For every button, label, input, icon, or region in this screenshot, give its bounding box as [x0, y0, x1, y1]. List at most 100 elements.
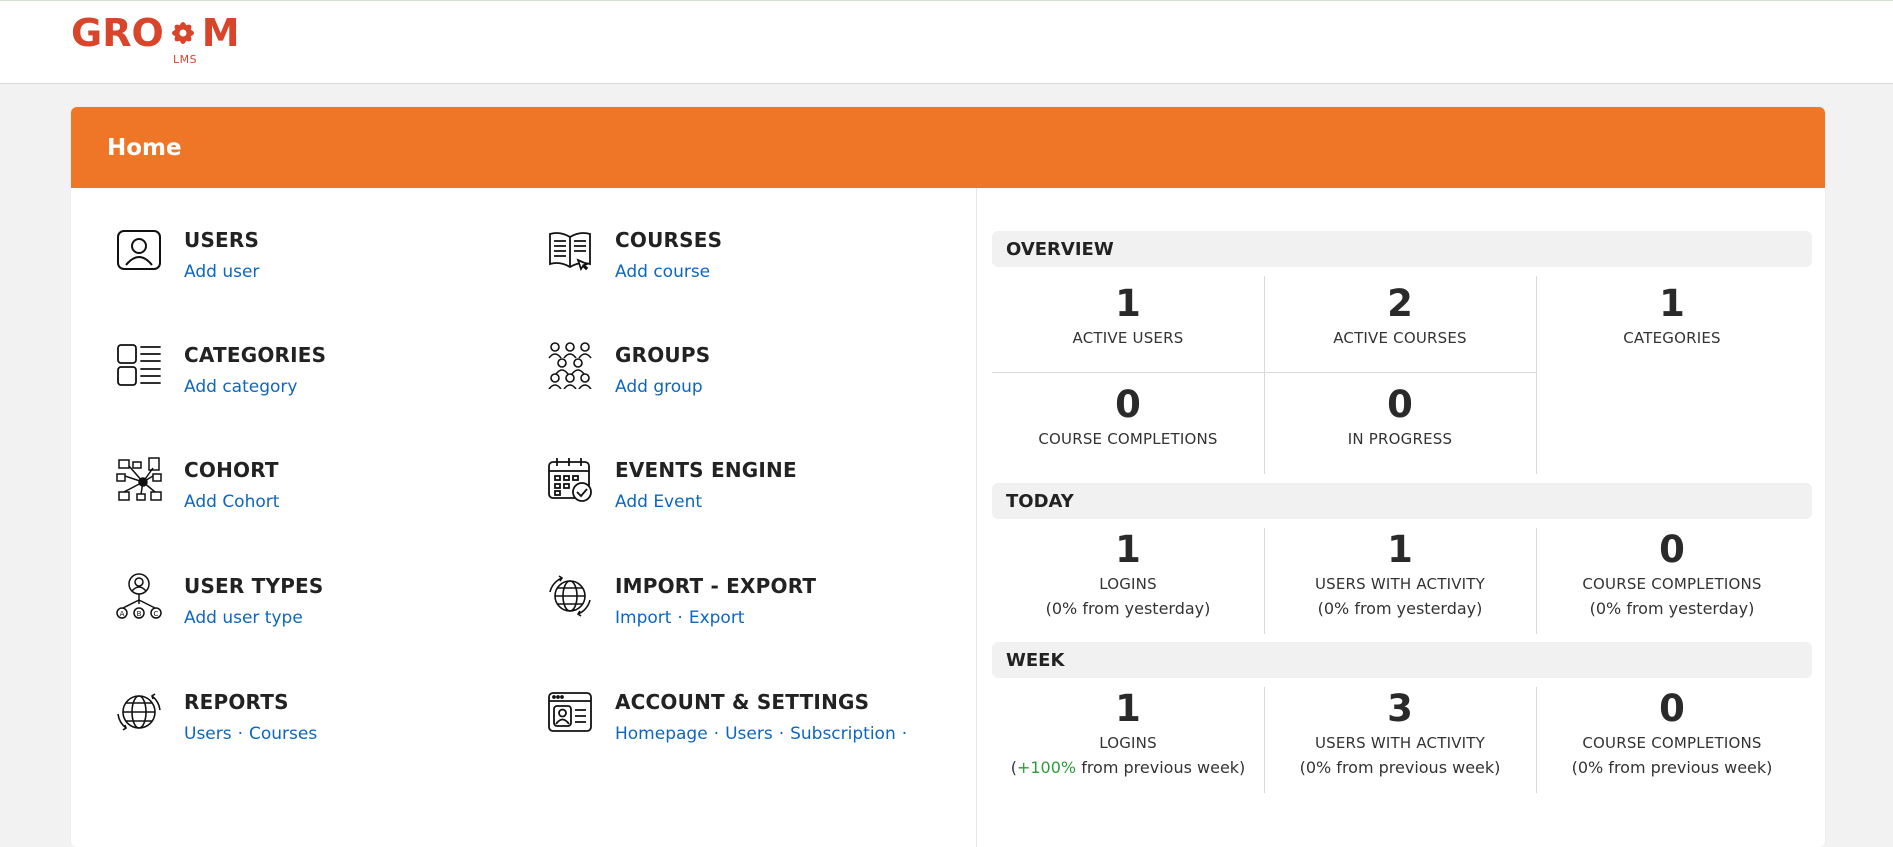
reports-users-link[interactable]: Users — [184, 724, 232, 744]
add-event-link[interactable]: Add Event — [615, 492, 702, 512]
export-link[interactable]: Export — [689, 608, 745, 628]
svg-text:A: A — [120, 610, 125, 618]
tile-users: USERS Add user — [115, 226, 515, 306]
today-users-with-activity: 1 USERS WITH ACTIVITY (0% from yesterday… — [1264, 528, 1536, 619]
stat-active-courses: 2 ACTIVE COURSES — [1264, 282, 1536, 348]
week-course-completions: 0 COURSE COMPLETIONS (0% from previous w… — [1536, 688, 1808, 778]
stat-categories: 1 CATEGORIES — [1536, 282, 1808, 348]
stat-label: IN PROGRESS — [1347, 430, 1453, 448]
tile-import-export: IMPORT - EXPORT Import · Export — [546, 572, 946, 652]
add-cohort-link[interactable]: Add Cohort — [184, 492, 279, 512]
stat-label: COURSE COMPLETIONS — [1038, 430, 1218, 448]
tile-account-settings: ACCOUNT & SETTINGS Homepage · Users · Subscr… — [546, 688, 966, 768]
card-body: USERS Add user COURSES Add course CATEGO… — [71, 188, 1825, 847]
category-list-icon — [115, 341, 163, 389]
svg-text:B: B — [137, 610, 142, 618]
week-section-title: WEEK — [992, 642, 1812, 678]
homepage-link[interactable]: Homepage — [615, 724, 708, 744]
account-users-link[interactable]: Users — [725, 724, 773, 744]
stat-label: USERS WITH ACTIVITY — [1314, 575, 1486, 593]
positive-change: +100% — [1016, 758, 1077, 777]
tile-cohort: COHORT Add Cohort — [115, 456, 515, 536]
tile-title: REPORTS — [184, 690, 289, 714]
stat-label: COURSE COMPLETIONS — [1582, 734, 1762, 752]
account-settings-icon — [546, 688, 594, 736]
tile-title: ACCOUNT & SETTINGS — [615, 690, 870, 714]
tile-title: CATEGORIES — [184, 343, 327, 367]
globe-arrows-icon — [546, 572, 594, 620]
logo-text-right: M — [201, 11, 240, 55]
stat-change: (+100% from previous week) — [1010, 758, 1246, 777]
home-card: Home USERS Add user COURSES Add course C… — [71, 107, 1825, 847]
cohort-network-icon — [115, 456, 163, 504]
reports-courses-link[interactable]: Courses — [249, 724, 317, 744]
stat-change: (0% from yesterday) — [1589, 599, 1755, 618]
stat-value: 0 — [1659, 528, 1685, 571]
stat-value: 1 — [1387, 528, 1413, 571]
user-card-icon — [115, 226, 163, 274]
tile-title: IMPORT - EXPORT — [615, 574, 817, 598]
divider — [1264, 528, 1265, 634]
stat-label: CATEGORIES — [1623, 329, 1721, 347]
stat-active-users: 1 ACTIVE USERS — [992, 282, 1264, 348]
tile-title: USERS — [184, 228, 260, 252]
tile-groups: GROUPS Add group — [546, 341, 946, 421]
stat-value: 1 — [1115, 282, 1141, 325]
add-course-link[interactable]: Add course — [615, 262, 710, 282]
stat-value: 3 — [1387, 687, 1413, 730]
stat-value: 1 — [1115, 528, 1141, 571]
tile-reports: REPORTS Users · Courses — [115, 688, 515, 768]
stat-label: COURSE COMPLETIONS — [1582, 575, 1762, 593]
stat-change: (0% from yesterday) — [1317, 599, 1483, 618]
admin-tiles: USERS Add user COURSES Add course CATEGO… — [71, 188, 977, 847]
add-user-type-link[interactable]: Add user type — [184, 608, 303, 628]
stat-label: LOGINS — [1099, 734, 1157, 752]
flower-logo-icon — [165, 15, 201, 51]
link-separator: · — [237, 724, 244, 744]
divider — [1536, 276, 1537, 474]
stat-value: 1 — [1659, 282, 1685, 325]
add-group-link[interactable]: Add group — [615, 377, 703, 397]
people-group-icon — [546, 341, 594, 390]
logo-text-left: GRO — [71, 11, 164, 55]
week-logins: 1 LOGINS (+100% from previous week) — [992, 687, 1264, 778]
groom-lms-logo[interactable]: GRO M LMS — [71, 11, 241, 68]
today-logins: 1 LOGINS (0% from yesterday) — [992, 528, 1264, 619]
add-category-link[interactable]: Add category — [184, 377, 297, 397]
stat-label: USERS WITH ACTIVITY — [1314, 734, 1486, 752]
tile-events-engine: EVENTS ENGINE Add Event — [546, 456, 946, 536]
link-separator: · — [901, 724, 908, 744]
overview-section-title: OVERVIEW — [992, 231, 1812, 267]
today-course-completions: 0 COURSE COMPLETIONS (0% from yesterday) — [1536, 528, 1808, 619]
stat-change: (0% from previous week) — [1299, 758, 1501, 777]
divider — [992, 372, 1536, 373]
stat-label: LOGINS — [1099, 575, 1157, 593]
divider — [1264, 687, 1265, 793]
stat-change: (0% from previous week) — [1571, 758, 1773, 777]
app-header: GRO M LMS — [0, 1, 1893, 84]
tile-title: GROUPS — [615, 343, 711, 367]
tile-courses: COURSES Add course — [546, 226, 946, 306]
globe-report-icon — [115, 688, 163, 736]
subscription-link[interactable]: Subscription — [790, 724, 896, 744]
stat-change: (0% from yesterday) — [1045, 599, 1211, 618]
tile-title: USER TYPES — [184, 574, 324, 598]
divider — [1536, 687, 1537, 793]
stat-value: 1 — [1115, 687, 1141, 730]
import-link[interactable]: Import — [615, 608, 671, 628]
stat-value: 0 — [1387, 383, 1413, 426]
add-user-link[interactable]: Add user — [184, 262, 259, 282]
divider — [1536, 528, 1537, 634]
tile-title: EVENTS ENGINE — [615, 458, 797, 482]
tile-user-types: A B C USER TYPES Add user type — [115, 572, 515, 652]
logo-subtitle: LMS — [173, 53, 198, 66]
tile-categories: CATEGORIES Add category — [115, 341, 515, 421]
stat-in-progress: 0 IN PROGRESS — [1264, 383, 1536, 449]
link-separator: · — [677, 608, 683, 628]
user-types-icon: A B C — [115, 572, 163, 620]
svg-text:C: C — [154, 610, 159, 618]
stat-value: 2 — [1387, 282, 1413, 325]
stat-value: 0 — [1115, 383, 1141, 426]
page-title: Home — [71, 107, 1825, 188]
week-users-with-activity: 3 USERS WITH ACTIVITY (0% from previous … — [1264, 687, 1536, 778]
